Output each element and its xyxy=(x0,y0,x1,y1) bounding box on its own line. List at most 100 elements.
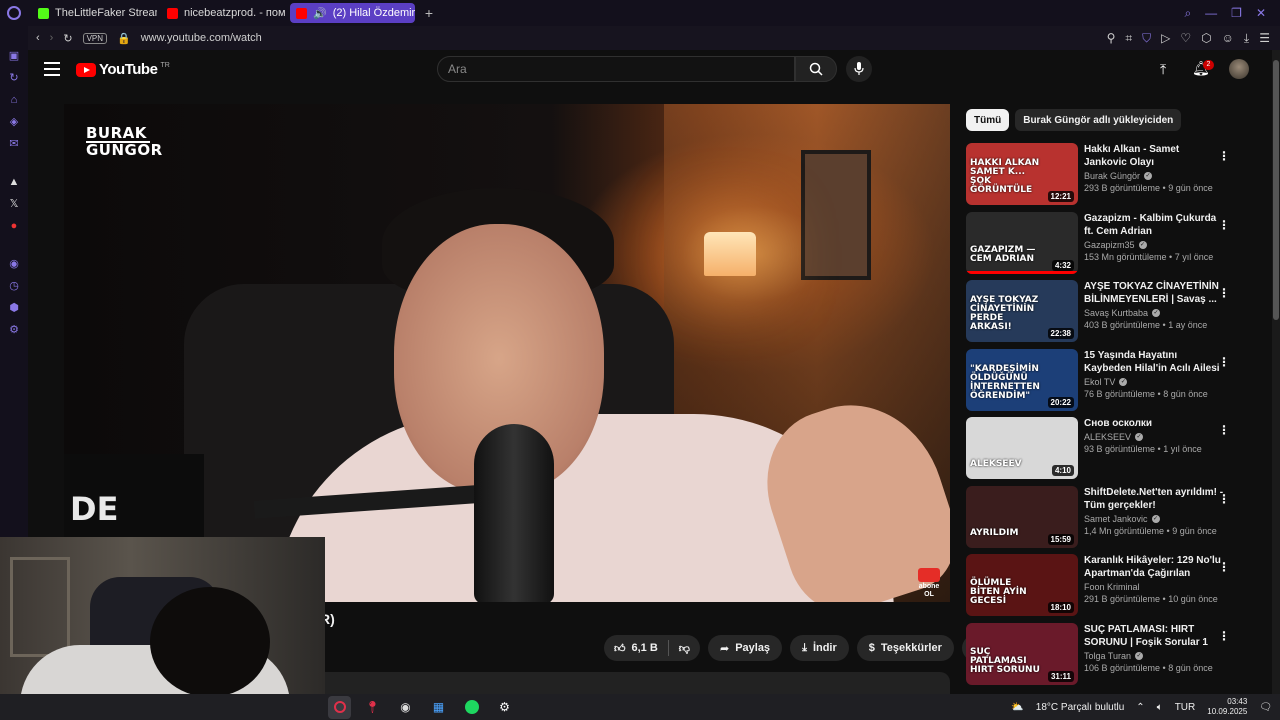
tab-hilal-ozdemir[interactable]: 🔊 (2) Hilal Özdemir Olay xyxy=(290,3,415,23)
language-indicator[interactable]: TUR xyxy=(1175,702,1196,713)
recommendation-thumbnail[interactable]: SUÇ PATLAMASI HIRT SORUNU 31:11 xyxy=(966,622,1078,685)
download-icon[interactable]: ⤓ xyxy=(1244,31,1249,46)
tray-chevron-icon[interactable]: ⌃ xyxy=(1136,702,1144,713)
search-input[interactable] xyxy=(448,62,794,76)
recommendation-item[interactable]: AYRILDIM 15:59 ShiftDelete.Net'ten ayrıldı… xyxy=(966,485,1242,555)
recommendation-item[interactable]: HAKKI ALKAN SAMET K... ŞOK GÖRÜNTÜLE 12:2… xyxy=(966,143,1242,212)
opera-taskbar-icon[interactable] xyxy=(328,695,351,719)
account-avatar[interactable] xyxy=(1229,59,1249,79)
opera-menu-icon[interactable] xyxy=(0,0,28,26)
channel-name[interactable]: Savaş Kurtbaba xyxy=(1084,308,1148,318)
minimize-icon[interactable]: — xyxy=(1205,6,1217,21)
messenger-icon[interactable]: ◈ xyxy=(8,116,20,128)
recommendation-thumbnail[interactable]: ALEKSEEV 4:10 xyxy=(966,417,1078,479)
pin-icon[interactable]: ⚲ xyxy=(1107,31,1116,46)
spotify-icon[interactable] xyxy=(460,696,483,719)
player-icon[interactable]: ◉ xyxy=(8,258,20,270)
hamburger-menu-icon[interactable] xyxy=(44,62,60,76)
close-icon[interactable]: ✕ xyxy=(1256,6,1266,21)
back-icon[interactable]: ‹ xyxy=(36,32,40,44)
tab-kick-stream[interactable]: TheLittleFaker Stream - W xyxy=(32,3,157,23)
channel-name[interactable]: Foon Kriminal xyxy=(1084,582,1140,592)
channel-name[interactable]: Samet Jankovic xyxy=(1084,514,1148,524)
channel-name[interactable]: Ekol TV xyxy=(1084,377,1115,387)
recommendation-title[interactable]: Снов осколки xyxy=(1084,417,1224,430)
shield-icon[interactable]: ⛉ xyxy=(1142,31,1151,46)
voice-search-button[interactable] xyxy=(846,56,872,82)
easy-setup-icon[interactable]: ☰ xyxy=(1259,31,1270,46)
subscribe-badge[interactable]: abone OL xyxy=(916,568,942,598)
clock-icon[interactable]: ◷ xyxy=(8,280,20,292)
apps-icon[interactable]: ▲ xyxy=(8,176,20,188)
like-button[interactable]: 👍︎ 6,1 B xyxy=(604,642,668,655)
more-options-icon[interactable]: ⋮ xyxy=(1218,560,1230,574)
recommendation-thumbnail[interactable]: "KARDEŞİMİN ÖLDÜĞÜNÜ İNTERNETTEN ÖĞRENDİ… xyxy=(966,348,1078,411)
thanks-button[interactable]: $ Teşekkürler xyxy=(856,635,954,661)
aria-icon[interactable]: ▣ xyxy=(8,50,20,62)
recommendation-thumbnail[interactable]: GAZAPIZM — CEM ADRIAN 4:32 xyxy=(966,211,1078,274)
channel-name[interactable]: Gazapizm35 xyxy=(1084,240,1135,250)
more-options-icon[interactable]: ⋮ xyxy=(1218,286,1230,300)
recommendation-item[interactable]: ÖLÜMLE BİTEN AYİN GECESİ 18:10 Karanlık Hi… xyxy=(966,554,1242,623)
history-icon[interactable]: ↻ xyxy=(8,72,20,84)
clock[interactable]: 03:43 10.09.2025 xyxy=(1207,697,1247,717)
new-tab-button[interactable]: + xyxy=(421,5,437,21)
recommendation-thumbnail[interactable]: HAKKI ALKAN SAMET K... ŞOK GÖRÜNTÜLE 12:2… xyxy=(966,143,1078,205)
notification-center-icon[interactable]: 🗨︎ xyxy=(1259,702,1272,713)
youtube-logo[interactable]: YouTube TR xyxy=(76,61,170,78)
speaker-icon[interactable]: 🔊 xyxy=(313,7,327,20)
reload-icon[interactable]: ↻ xyxy=(63,32,72,45)
cube-icon[interactable]: ⬢ xyxy=(8,302,20,314)
extensions-icon[interactable]: ⬡ xyxy=(1201,31,1211,46)
recommendation-thumbnail[interactable]: AYRILDIM 15:59 xyxy=(966,485,1078,548)
obs-icon[interactable]: ◉ xyxy=(394,696,417,719)
recommendation-title[interactable]: Karanlık Hikâyeler: 129 No'lu Apartman'd… xyxy=(1084,554,1224,580)
more-options-icon[interactable]: ⋮ xyxy=(1218,423,1230,437)
video-player[interactable]: DE BURAK GUNGOR abone OL xyxy=(64,104,950,602)
recommendation-item[interactable]: "KARDEŞİMİN ÖLDÜĞÜNÜ İNTERNETTEN ÖĞRENDİ… xyxy=(966,348,1242,418)
player-icon[interactable]: ▷ xyxy=(1161,31,1170,46)
more-options-icon[interactable]: ⋮ xyxy=(1218,629,1230,643)
search-button[interactable] xyxy=(795,56,837,82)
recommendation-title[interactable]: Hakkı Alkan - Samet Jankovic Olayı xyxy=(1084,143,1224,169)
chip-from-uploader[interactable]: Burak Güngör adlı yükleyiciden xyxy=(1015,109,1182,131)
volume-icon[interactable]: 🔈︎ xyxy=(1157,702,1163,713)
recommendation-thumbnail[interactable]: AYŞE TOKYAZ CİNAYETİNİN PERDE ARKASI! 22:… xyxy=(966,280,1078,342)
upload-icon[interactable]: ⤒ xyxy=(1160,61,1166,78)
settings-gear-icon[interactable]: ⚙ xyxy=(493,696,516,719)
map-pin-icon[interactable]: 📍︎ xyxy=(361,696,384,719)
channel-name[interactable]: Tolga Turan xyxy=(1084,651,1131,661)
mail-icon[interactable]: ✉ xyxy=(8,138,20,150)
recommendation-item[interactable]: GAZAPIZM — CEM ADRIAN 4:32 Gazapizm - Kalb… xyxy=(966,211,1242,281)
store-icon[interactable]: ▦ xyxy=(427,696,450,719)
recommendation-title[interactable]: 15 Yaşında Hayatını Kaybeden Hilal'in Ac… xyxy=(1084,349,1224,375)
settings-icon[interactable]: ⚙ xyxy=(8,324,20,336)
vpn-badge[interactable]: VPN xyxy=(82,32,108,44)
recommendation-title[interactable]: Gazapizm - Kalbim Çukurda ft. Cem Adrian xyxy=(1084,212,1224,238)
recommendation-thumbnail[interactable]: ÖLÜMLE BİTEN AYİN GECESİ 18:10 xyxy=(966,554,1078,616)
recommendation-title[interactable]: ShiftDelete.Net'ten ayrıldım! - Tüm gerç… xyxy=(1084,486,1224,512)
download-button[interactable]: ⤓ İndir xyxy=(790,635,849,661)
heart-icon[interactable]: ♡ xyxy=(1180,31,1191,46)
more-options-icon[interactable]: ⋮ xyxy=(1218,492,1230,506)
recommendation-item[interactable]: ALEKSEEV 4:10 Снов осколки ALEKSEEV ✓ 93 B gö… xyxy=(966,417,1242,486)
channel-name[interactable]: ALEKSEEV xyxy=(1084,432,1131,442)
scrollbar-thumb[interactable] xyxy=(1273,60,1279,320)
snapshot-icon[interactable]: ⌗ xyxy=(1125,31,1132,46)
music-icon[interactable]: ● xyxy=(8,220,20,232)
dislike-button[interactable]: 👎︎ xyxy=(669,642,700,655)
profile-icon[interactable]: ☺ xyxy=(1222,31,1234,46)
url-field[interactable]: www.youtube.com/watch xyxy=(141,32,262,44)
channel-name[interactable]: Burak Güngör xyxy=(1084,171,1140,181)
bag-icon[interactable]: ⌂ xyxy=(8,94,20,106)
weather-text[interactable]: 18°C Parçalı bulutlu xyxy=(1036,702,1125,713)
tab-nicebeatz[interactable]: nicebeatzprod. - помоги xyxy=(161,3,286,23)
x-icon[interactable]: 𝕏 xyxy=(8,198,20,210)
restore-icon[interactable]: ❐ xyxy=(1231,6,1242,21)
more-options-icon[interactable]: ⋮ xyxy=(1218,149,1230,163)
search-tabs-icon[interactable]: ⌕ xyxy=(1184,6,1191,21)
recommendation-item[interactable]: AYŞE TOKYAZ CİNAYETİNİN PERDE ARKASI! 22:… xyxy=(966,280,1242,349)
more-options-icon[interactable]: ⋮ xyxy=(1218,355,1230,369)
recommendation-title[interactable]: AYŞE TOKYAZ CİNAYETİNİN BİLİNMEYENLERİ |… xyxy=(1084,280,1224,306)
chip-all[interactable]: Tümü xyxy=(966,109,1010,131)
